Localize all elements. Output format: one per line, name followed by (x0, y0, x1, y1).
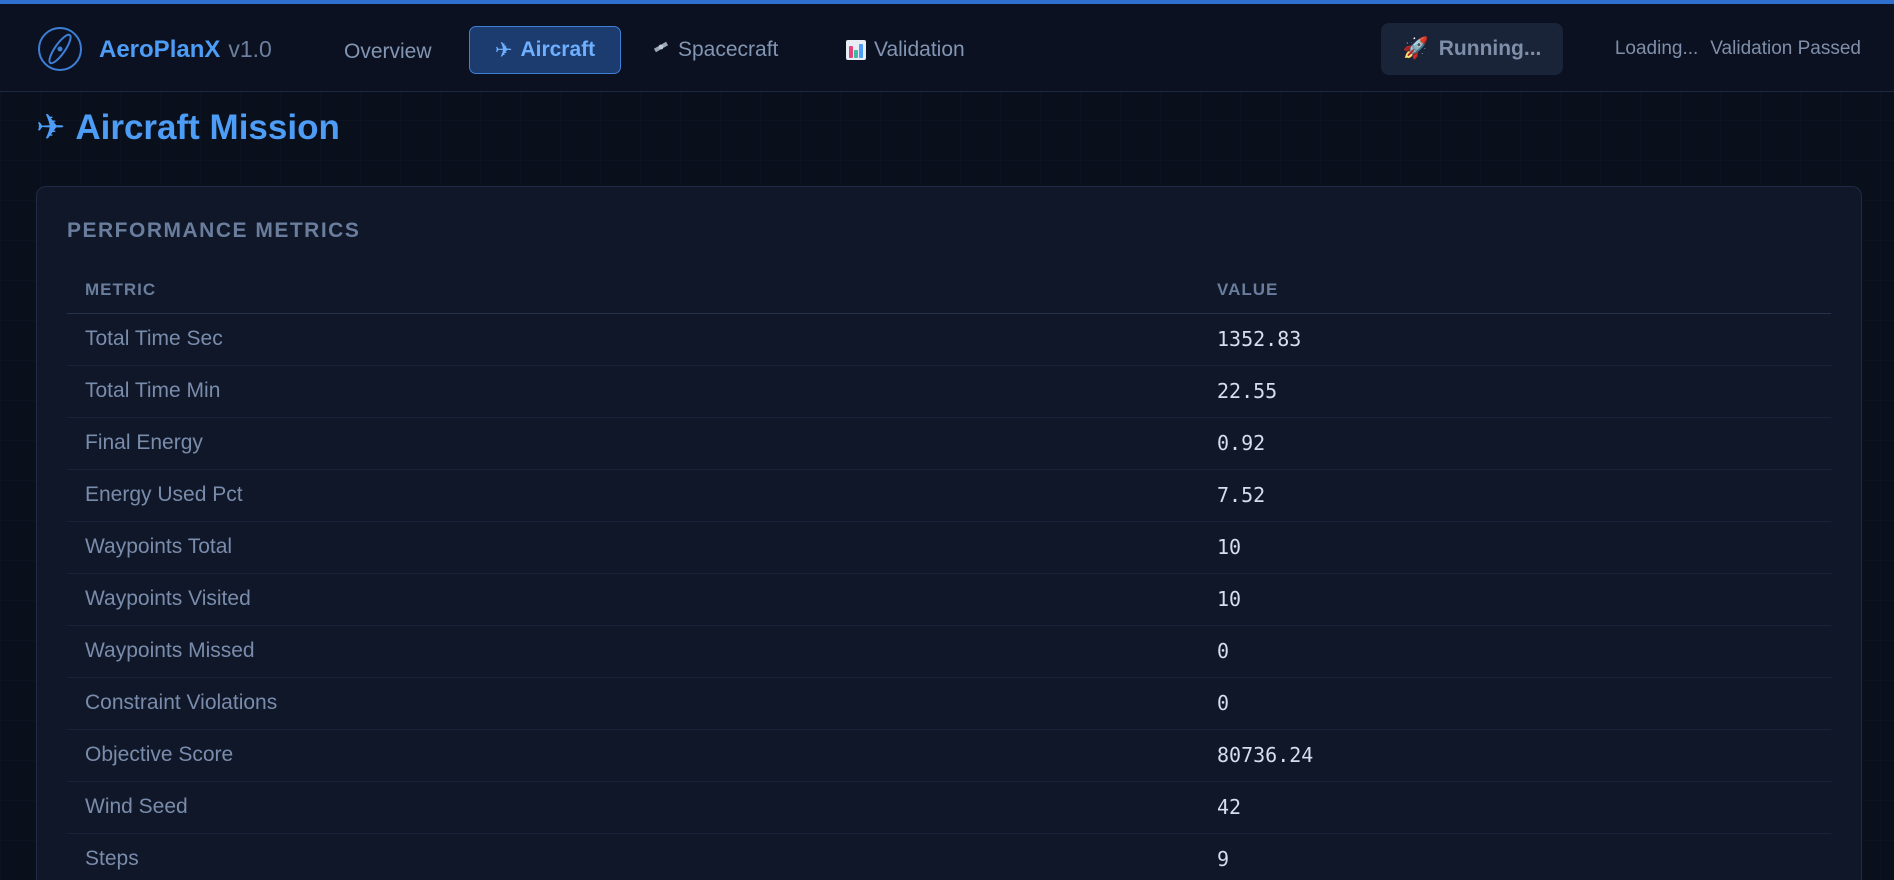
metric-value: 0 (1199, 677, 1831, 730)
airplane-icon: ✈ (36, 108, 66, 147)
tab-overview-label: Overview (344, 40, 432, 63)
column-header-value: VALUE (1199, 267, 1831, 314)
metric-value: 7.52 (1199, 469, 1831, 522)
performance-metrics-card: PERFORMANCE METRICS METRIC VALUE Total T… (36, 186, 1862, 880)
metric-value: 42 (1199, 781, 1831, 834)
status-bar: Loading... Validation Passed (1615, 38, 1861, 60)
metric-name: Final Energy (67, 417, 1199, 470)
metric-value: 0.92 (1199, 417, 1831, 470)
bar-chart-icon (846, 40, 866, 60)
tab-overview[interactable]: Overview (320, 28, 456, 76)
tab-spacecraft[interactable]: Spacecraft (628, 26, 802, 74)
run-button-label: Running... (1438, 37, 1542, 60)
metric-name: Waypoints Total (67, 521, 1199, 574)
metric-value: 10 (1199, 521, 1831, 574)
metric-name: Wind Seed (67, 781, 1199, 834)
metric-name: Constraint Violations (67, 677, 1199, 730)
metric-name: Total Time Min (67, 365, 1199, 418)
metric-value: 9 (1199, 833, 1831, 880)
metric-value: 80736.24 (1199, 729, 1831, 782)
metric-name: Steps (67, 833, 1199, 880)
loading-status: Loading... (1614, 38, 1699, 59)
tab-spacecraft-label: Spacecraft (678, 38, 779, 61)
table-row: Total Time Sec 1352.83 (67, 313, 1831, 366)
tab-aircraft-label: Aircraft (520, 38, 596, 61)
run-button[interactable]: 🚀 Running... (1381, 23, 1563, 75)
table-header-row: METRIC VALUE (67, 267, 1831, 314)
tab-validation-label: Validation (874, 38, 965, 61)
validation-status: Validation Passed (1710, 38, 1861, 59)
table-row: Final Energy 0.92 (67, 417, 1831, 470)
card-title: PERFORMANCE METRICS (67, 219, 361, 242)
metric-name: Energy Used Pct (67, 469, 1199, 522)
metric-name: Waypoints Missed (67, 625, 1199, 678)
metric-name: Objective Score (67, 729, 1199, 782)
metric-name: Total Time Sec (67, 313, 1199, 366)
table-row: Waypoints Total 10 (67, 521, 1831, 574)
table-row: Waypoints Missed 0 (67, 625, 1831, 678)
tab-validation[interactable]: Validation (822, 26, 989, 74)
metrics-table: METRIC VALUE Total Time Sec 1352.83 Tota… (67, 267, 1831, 880)
tab-aircraft[interactable]: ✈ Aircraft (469, 26, 621, 74)
airplane-icon: ✈ (494, 38, 513, 62)
orbit-logo-icon (37, 26, 83, 72)
page-title-text: Aircraft Mission (75, 108, 340, 147)
table-row: Energy Used Pct 7.52 (67, 469, 1831, 522)
table-row: Total Time Min 22.55 (67, 365, 1831, 418)
table-row: Constraint Violations 0 (67, 677, 1831, 730)
brand[interactable]: AeroPlanX v1.0 (99, 36, 272, 64)
metric-value: 1352.83 (1199, 313, 1831, 366)
column-header-metric: METRIC (67, 267, 1199, 314)
top-navbar: AeroPlanX v1.0 Overview ✈ Aircraft Space… (0, 4, 1894, 92)
table-row: Wind Seed 42 (67, 781, 1831, 834)
table-row: Steps 9 (67, 833, 1831, 880)
brand-version: v1.0 (228, 36, 272, 62)
brand-name: AeroPlanX (99, 36, 221, 63)
metric-value: 22.55 (1199, 365, 1831, 418)
metric-value: 10 (1199, 573, 1831, 626)
satellite-icon (652, 38, 670, 62)
table-row: Waypoints Visited 10 (67, 573, 1831, 626)
rocket-icon: 🚀 (1402, 37, 1429, 60)
metric-value: 0 (1199, 625, 1831, 678)
page-title: ✈ Aircraft Mission (36, 108, 340, 148)
metric-name: Waypoints Visited (67, 573, 1199, 626)
table-row: Objective Score 80736.24 (67, 729, 1831, 782)
